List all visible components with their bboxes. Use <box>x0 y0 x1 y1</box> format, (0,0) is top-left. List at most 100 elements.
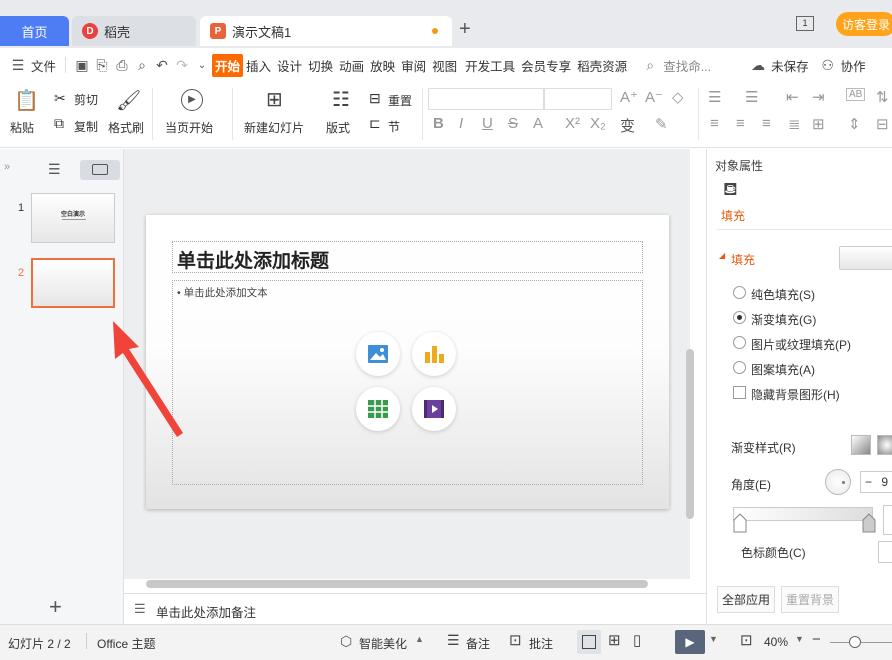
phonetic-icon[interactable]: 变 <box>620 115 635 136</box>
comment-icon[interactable]: ⊡ <box>509 631 522 649</box>
paste-button[interactable]: 粘贴 <box>10 119 34 136</box>
solid-fill-label[interactable]: 纯色填充(S) <box>751 286 815 303</box>
clear-format-icon[interactable]: ◇ <box>672 88 684 106</box>
font-color-icon[interactable]: A <box>533 115 543 132</box>
pattern-fill-label[interactable]: 图案填充(A) <box>751 361 815 378</box>
menu-transition[interactable]: 切换 <box>305 56 336 75</box>
content-placeholder[interactable]: • 单击此处添加文本 <box>172 280 643 485</box>
grow-font-icon[interactable]: A⁺ <box>620 88 638 106</box>
layout-icon[interactable]: ☷ <box>332 87 350 112</box>
bullet-list-icon[interactable]: ☰ <box>708 88 721 106</box>
layout-button[interactable]: 版式 <box>326 119 350 136</box>
object-properties-header[interactable]: 对象属性 <box>715 157 763 174</box>
canvas-horizontal-scrollbar[interactable] <box>146 580 648 588</box>
search-icon[interactable]: ⌕ <box>640 57 660 74</box>
zoom-level[interactable]: 40% <box>764 635 788 649</box>
insert-table-button[interactable] <box>356 387 400 431</box>
cut-button[interactable]: 剪切 <box>74 91 98 108</box>
title-placeholder[interactable]: 单击此处添加标题 <box>172 241 643 273</box>
distribute-icon[interactable]: ⊞ <box>812 115 825 133</box>
reset-button[interactable]: 重置 <box>388 92 412 109</box>
hamburger-menu-icon[interactable]: ☰ <box>8 57 28 74</box>
angle-input[interactable]: − 9 <box>860 471 892 493</box>
zoom-dropdown-icon[interactable]: ▼ <box>795 634 804 644</box>
decrease-indent-icon[interactable]: ⇤ <box>786 88 799 106</box>
picture-texture-fill-radio[interactable] <box>733 336 746 349</box>
window-mode-icon[interactable]: 1 <box>796 16 814 31</box>
tab-home[interactable]: 首页 <box>0 16 69 46</box>
play-slideshow-button[interactable]: ▶ <box>675 630 705 654</box>
zoom-slider-thumb[interactable] <box>849 636 861 648</box>
highlight-icon[interactable]: ✎ <box>655 115 668 133</box>
reset-icon[interactable]: ⊟ <box>369 90 381 107</box>
smart-beautify-dropdown-icon[interactable]: ▲ <box>415 634 424 644</box>
normal-view-button[interactable] <box>577 630 601 654</box>
collaborate-button[interactable]: 协作 <box>838 56 869 75</box>
collaborate-icon[interactable]: ⚇ <box>818 57 838 74</box>
export-pdf-icon[interactable]: ⎘ <box>92 57 112 74</box>
canvas-vertical-scrollbar[interactable] <box>686 349 694 519</box>
menu-file[interactable]: 文件 <box>28 56 59 75</box>
zoom-slider-track[interactable] <box>830 642 892 643</box>
print-preview-icon[interactable]: ⌕ <box>132 57 152 74</box>
gradient-fill-radio[interactable] <box>733 311 746 324</box>
gradient-stops-bar[interactable] <box>733 507 873 521</box>
reading-view-icon[interactable]: ▯ <box>633 631 641 649</box>
smart-beautify-button[interactable]: 智能美化 <box>359 635 407 652</box>
gradient-style-linear-button[interactable] <box>851 435 871 455</box>
angle-decrement-icon[interactable]: − <box>865 475 875 489</box>
gradient-stop-left[interactable] <box>733 513 747 533</box>
collapse-triangle-icon[interactable]: ◢ <box>719 251 725 260</box>
insert-picture-button[interactable] <box>356 332 400 376</box>
undo-icon[interactable]: ↶ <box>152 57 172 74</box>
smart-beautify-icon[interactable]: ⬡ <box>340 633 352 650</box>
font-name-select[interactable] <box>428 88 544 110</box>
quick-access-dropdown-icon[interactable]: ⌄ <box>192 60 212 71</box>
slide-sorter-icon[interactable]: ⊞ <box>608 631 621 649</box>
new-slide-icon[interactable]: ⊞ <box>266 87 283 112</box>
text-direction-icon[interactable]: AB <box>846 88 866 101</box>
italic-icon[interactable]: I <box>459 115 463 132</box>
slideshow-dropdown-icon[interactable]: ▼ <box>709 634 718 644</box>
copy-icon[interactable]: ⧉ <box>54 115 64 132</box>
format-painter-button[interactable]: 格式刷 <box>108 119 144 136</box>
theme-name[interactable]: Office 主题 <box>97 635 155 652</box>
menu-daoke-resources[interactable]: 稻壳资源 <box>574 56 630 75</box>
zoom-out-icon[interactable]: − <box>812 631 821 648</box>
align-center-icon[interactable]: ≡ <box>736 115 745 132</box>
fill-tab[interactable]: 填充 <box>721 207 745 224</box>
slide-thumbnail-2[interactable] <box>31 258 115 308</box>
menu-design[interactable]: 设计 <box>274 56 305 75</box>
collapse-panel-icon[interactable]: » <box>4 161 10 173</box>
gradient-fill-label[interactable]: 渐变填充(G) <box>751 311 816 328</box>
thumbnail-view-toggle[interactable] <box>80 160 120 180</box>
shrink-font-icon[interactable]: A⁻ <box>645 88 663 106</box>
text-orientation-icon[interactable]: ⇅ <box>876 88 889 106</box>
menu-view[interactable]: 视图 <box>429 56 460 75</box>
slide-thumbnail-1[interactable]: 空白演示 <box>31 193 115 243</box>
strikethrough-icon[interactable]: S <box>508 115 518 132</box>
paste-icon[interactable]: 📋 <box>14 88 39 113</box>
format-painter-icon[interactable]: 🖌 <box>116 88 141 113</box>
menu-start[interactable]: 开始 <box>212 53 244 77</box>
align-left-icon[interactable]: ≡ <box>710 115 719 132</box>
justify-icon[interactable]: ≣ <box>788 115 801 133</box>
redo-icon[interactable]: ↷ <box>172 57 192 74</box>
reset-background-button[interactable]: 重置背景 <box>781 586 840 613</box>
hide-bg-graphics-label[interactable]: 隐藏背景图形(H) <box>751 386 840 403</box>
angle-dial[interactable] <box>825 469 851 495</box>
insert-video-button[interactable] <box>412 387 456 431</box>
fill-section-header[interactable]: 填充 <box>731 251 755 268</box>
subscript-icon[interactable]: X₂ <box>590 115 606 132</box>
cut-icon[interactable]: ✂ <box>54 90 66 107</box>
menu-insert[interactable]: 插入 <box>243 56 274 75</box>
menu-developer-tools[interactable]: 开发工具 <box>462 56 518 75</box>
font-size-select[interactable] <box>544 88 612 110</box>
current-slide[interactable]: 单击此处添加标题 • 单击此处添加文本 <box>146 215 669 509</box>
save-status-label[interactable]: 未保存 <box>768 56 812 75</box>
tab-document[interactable]: P 演示文稿1 <box>200 16 452 46</box>
line-spacing-icon[interactable]: ⇕ <box>848 115 861 133</box>
fill-color-dropdown[interactable] <box>839 246 892 270</box>
bold-icon[interactable]: B <box>433 115 444 132</box>
stop-color-dropdown[interactable] <box>878 541 892 563</box>
